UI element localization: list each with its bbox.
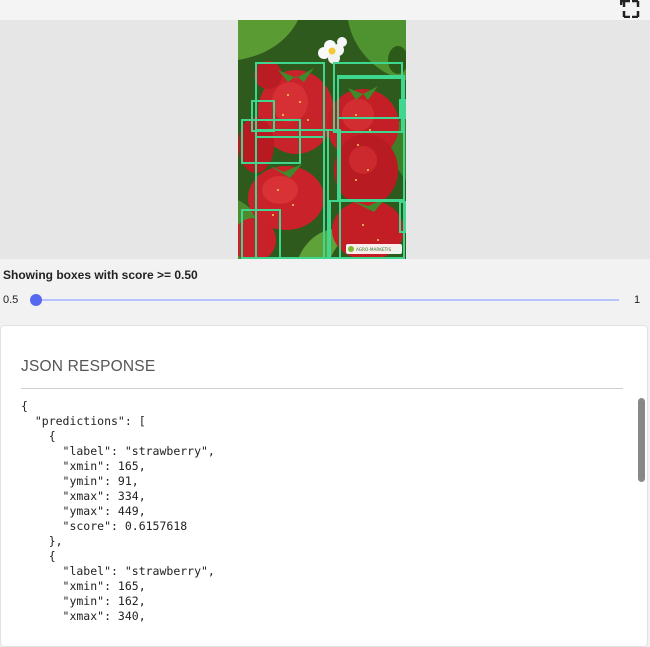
divider [21,388,623,389]
fullscreen-icon[interactable] [619,0,642,19]
top-bar [0,0,650,20]
slider-thumb[interactable] [30,294,42,306]
watermark-text: AGRO-MARKETIS [356,247,391,252]
slider-track[interactable] [36,299,619,301]
image-viewer: AGRO-MARKETIS [0,20,650,259]
strawberry-photo: AGRO-MARKETIS [238,20,406,259]
slider-max-label: 1 [634,294,641,306]
json-code-block: { "predictions": [ { "label": "strawberr… [21,399,215,623]
scrollbar-thumb[interactable] [638,398,645,482]
json-response-panel: JSON RESPONSE { "predictions": [ { "labe… [0,325,648,647]
score-threshold-status: Showing boxes with score >= 0.50 [3,268,198,282]
slider-min-label: 0.5 [3,294,19,306]
json-panel-title: JSON RESPONSE [21,358,156,375]
score-threshold-slider[interactable]: 0.5 1 [0,287,650,313]
